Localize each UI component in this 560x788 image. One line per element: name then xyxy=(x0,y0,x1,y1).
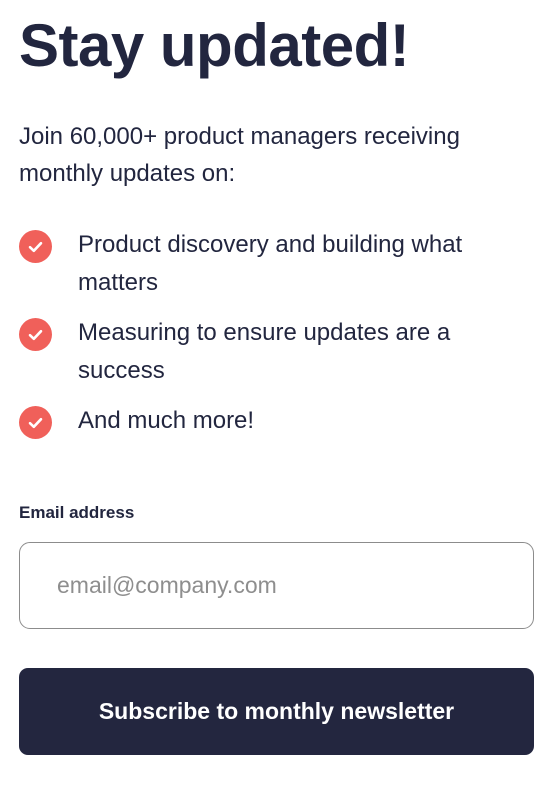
email-label: Email address xyxy=(19,503,135,522)
email-input[interactable] xyxy=(19,542,534,629)
intro-text: Join 60,000+ product managers receiving … xyxy=(19,123,460,187)
benefit-item: Measuring to ensure updates are a succes… xyxy=(19,314,534,390)
benefit-text: Product discovery and building what matt… xyxy=(78,231,463,296)
check-circle-icon xyxy=(19,230,52,263)
newsletter-signup: Stay updated! Join 60,000+ product manag… xyxy=(0,0,560,788)
benefit-item: Product discovery and building what matt… xyxy=(19,226,534,302)
benefit-text: And much more! xyxy=(78,407,255,434)
benefit-list: Product discovery and building what matt… xyxy=(19,226,534,440)
subscribe-button[interactable]: Subscribe to monthly newsletter xyxy=(19,668,534,755)
check-circle-icon xyxy=(19,318,52,351)
page-title: Stay updated! xyxy=(19,12,410,79)
check-circle-icon xyxy=(19,406,52,439)
benefit-item: And much more! xyxy=(19,402,534,440)
benefit-text: Measuring to ensure updates are a succes… xyxy=(78,319,451,384)
